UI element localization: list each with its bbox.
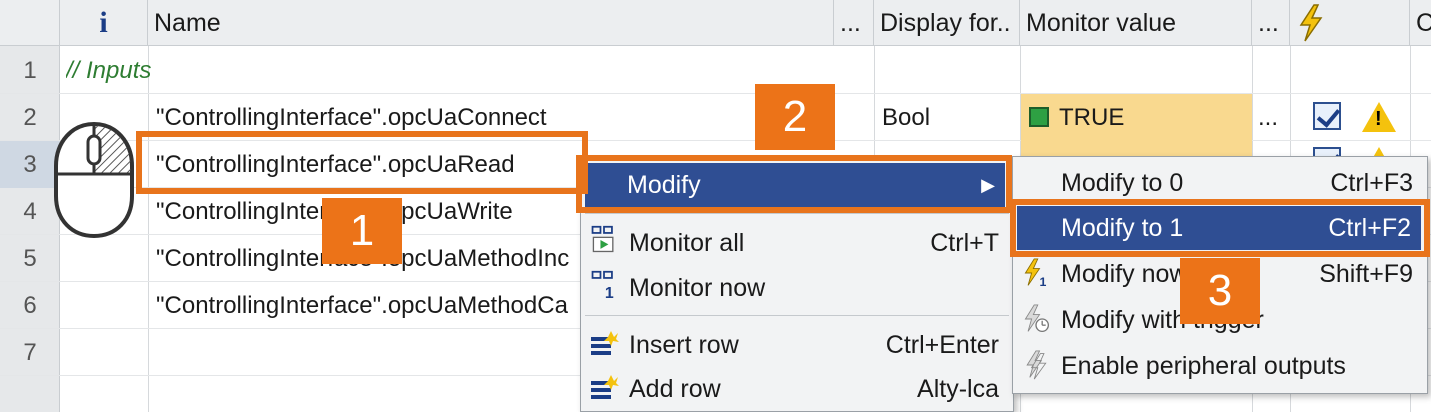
monitor-value-text: TRUE — [1059, 104, 1125, 131]
menu-item-label: Add row — [629, 375, 721, 403]
table-row[interactable]: 1 // Inputs — [0, 47, 1431, 94]
header-trigger-icon[interactable] — [1290, 0, 1410, 46]
table-header: i Name ... Display for.. Monitor value .… — [0, 0, 1431, 46]
menu-item-enable-peripheral-outputs[interactable]: Enable peripheral outputs — [1013, 344, 1427, 388]
menu-item-shortcut: Alty-lca — [917, 375, 999, 403]
modify-with-trigger-icon — [1024, 304, 1050, 333]
mouse-icon — [54, 121, 134, 239]
menu-item-add-row[interactable]: Add row Alty-lca — [581, 367, 1013, 411]
enable-peripheral-outputs-icon — [1026, 350, 1047, 380]
header-dots-2[interactable]: ... — [1252, 0, 1290, 46]
highlight-frame-row3 — [136, 131, 588, 194]
menu-item-monitor-now[interactable]: 1 Monitor now — [581, 266, 1013, 310]
svg-text:1: 1 — [605, 285, 614, 300]
menu-item-label: Monitor all — [629, 229, 745, 257]
menu-item-shortcut: Shift+F9 — [1319, 260, 1413, 288]
row-number: 7 — [23, 339, 37, 366]
header-info-icon[interactable]: i — [60, 0, 148, 46]
row-comment[interactable]: // Inputs — [66, 47, 566, 94]
header-display-format[interactable]: Display for.. — [874, 0, 1020, 46]
header-dots-1[interactable]: ... — [834, 0, 874, 46]
highlight-frame-modify-to-1 — [1010, 199, 1430, 257]
menu-item-insert-row[interactable]: Insert row Ctrl+Enter — [581, 323, 1013, 367]
svg-text:1: 1 — [1040, 275, 1047, 288]
modify-now-icon: 1 — [1024, 258, 1047, 288]
checkbox-icon[interactable] — [1313, 102, 1341, 130]
header-monitor-value[interactable]: Monitor value — [1020, 0, 1252, 46]
callout-step-1: 1 — [322, 198, 402, 264]
callout-step-3: 3 — [1180, 258, 1260, 324]
menu-item-label: Monitor now — [629, 274, 766, 302]
menu-item-shortcut: Ctrl+T — [930, 229, 999, 257]
row-number: 4 — [23, 198, 37, 225]
add-row-icon — [591, 375, 619, 399]
row-number: 6 — [23, 292, 37, 319]
menu-item-label: Modify now — [1061, 260, 1188, 288]
menu-separator — [585, 315, 1009, 316]
monitor-now-icon: 1 — [591, 270, 614, 300]
row-monitor-value[interactable]: TRUE — [1021, 94, 1252, 141]
lightning-icon — [1299, 4, 1323, 42]
insert-row-icon — [591, 331, 619, 355]
menu-item-shortcut: Ctrl+Enter — [885, 331, 999, 359]
callout-step-2: 2 — [755, 84, 835, 150]
row-display-format[interactable]: Bool — [882, 94, 1012, 141]
menu-item-monitor-all[interactable]: Monitor all Ctrl+T — [581, 221, 1013, 265]
row-name[interactable]: "ControllingInterface".opcUaMethodCa — [156, 282, 581, 329]
true-indicator-icon — [1029, 106, 1049, 127]
row-number: 2 — [23, 104, 37, 131]
menu-separator — [585, 213, 1009, 214]
header-name[interactable]: Name — [148, 0, 834, 46]
header-rownum — [0, 0, 60, 46]
warning-icon: ! — [1362, 102, 1396, 132]
row-number: 5 — [23, 245, 37, 272]
menu-item-label: Enable peripheral outputs — [1061, 352, 1346, 380]
highlight-frame-modify — [576, 155, 1012, 213]
row-number: 1 — [23, 57, 37, 84]
row-dots[interactable]: ... — [1258, 94, 1288, 141]
monitor-all-icon — [591, 225, 614, 253]
row-number: 3 — [0, 141, 60, 188]
header-last[interactable]: C — [1410, 0, 1431, 46]
menu-item-label: Insert row — [629, 331, 739, 359]
